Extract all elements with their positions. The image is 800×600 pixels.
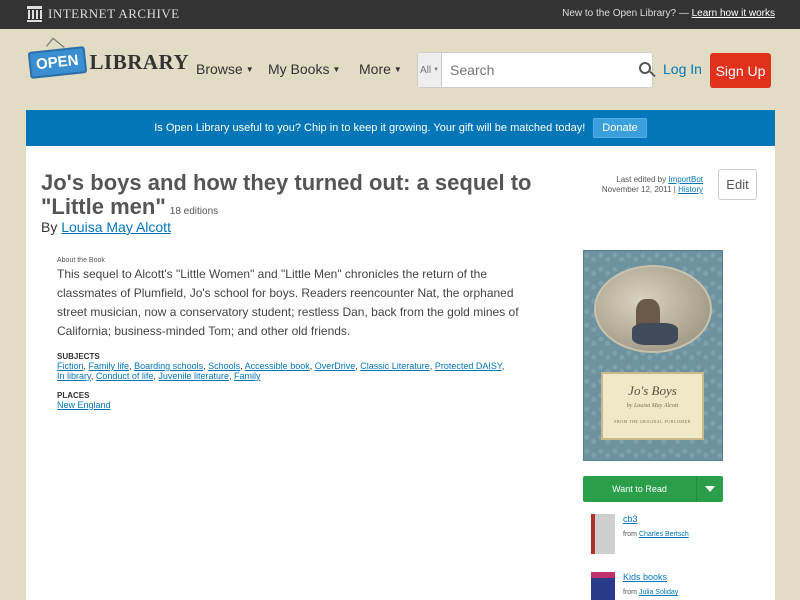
want-to-read-dropdown[interactable] <box>697 476 723 502</box>
list-name-link[interactable]: cb3 <box>623 514 689 524</box>
search-input[interactable] <box>442 55 632 85</box>
about-the-book-label: About the Book <box>57 257 105 264</box>
ia-tagline-text: New to the Open Library? — <box>562 8 689 19</box>
list-item: cb3 from Charles Bertsch <box>591 514 689 554</box>
subjects-list: Fiction, Family life, Boarding schools, … <box>57 361 505 381</box>
subject-link[interactable]: Protected DAISY <box>435 361 502 371</box>
list-item: Kids books from Julia Soliday <box>591 572 678 600</box>
logo-library-text: LIBRARY <box>89 50 190 74</box>
caret-down-icon <box>705 486 715 492</box>
place-link[interactable]: New England <box>57 400 111 410</box>
cover-title: Jo's Boys <box>628 383 677 398</box>
caret-down-icon: ▼ <box>245 64 254 74</box>
caret-down-icon: ▼ <box>393 64 402 74</box>
want-to-read-label[interactable]: Want to Read <box>583 476 697 502</box>
nav-browse-label: Browse <box>196 61 243 77</box>
edited-by-link[interactable]: ImportBot <box>668 175 703 184</box>
cover-subtitle: FROM THE ORIGINAL PUBLISHER <box>614 419 691 424</box>
logo-open-sign: OPEN <box>27 46 87 79</box>
archive-building-icon <box>27 6 42 22</box>
subject-link[interactable]: Accessible book <box>245 361 310 371</box>
nav-more[interactable]: More ▼ <box>359 61 402 77</box>
last-edited-info: Last edited by ImportBot November 12, 20… <box>602 175 703 195</box>
signup-button[interactable]: Sign Up <box>710 53 771 88</box>
history-link[interactable]: History <box>678 185 703 194</box>
book-page-content: Jo's boys and how they turned out: a seq… <box>26 146 775 600</box>
site-header: OPEN LIBRARY Browse ▼ My Books ▼ More ▼ … <box>0 29 800 111</box>
nav-more-label: More <box>359 61 391 77</box>
nav-my-books-label: My Books <box>268 61 330 77</box>
cover-author: by Louisa May Alcott <box>626 403 679 409</box>
book-title-text: Jo's boys and how they turned out: a seq… <box>41 170 532 219</box>
subject-link[interactable]: Boarding schools <box>134 361 203 371</box>
subject-link[interactable]: Classic Literature <box>360 361 430 371</box>
edit-button[interactable]: Edit <box>718 169 757 200</box>
book-byline: By Louisa May Alcott <box>41 219 171 235</box>
subject-link[interactable]: OverDrive <box>315 361 356 371</box>
learn-how-link[interactable]: Learn how it works <box>692 8 775 19</box>
donate-button[interactable]: Donate <box>593 118 647 138</box>
caret-down-icon: ▼ <box>433 67 440 73</box>
caret-down-icon: ▼ <box>332 64 341 74</box>
cover-title-plate: Jo's Boys by Louisa May Alcott FROM THE … <box>601 372 704 440</box>
editions-count[interactable]: 18 editions <box>170 206 218 217</box>
list-from-label: from <box>623 589 637 596</box>
search-bar: All ▼ <box>417 52 656 88</box>
login-link[interactable]: Log In <box>663 61 702 77</box>
open-library-logo[interactable]: OPEN LIBRARY <box>27 46 190 79</box>
nav-my-books[interactable]: My Books ▼ <box>268 61 340 77</box>
search-scope-select[interactable]: All ▼ <box>418 53 443 87</box>
search-scope-label: All <box>419 64 432 76</box>
last-edited-label: Last edited by <box>616 175 667 184</box>
places-list: New England <box>57 400 507 410</box>
cover-illustration <box>594 265 712 353</box>
edited-date: November 12, 2011 | <box>601 185 676 194</box>
list-from: from Julia Soliday <box>623 589 678 596</box>
want-to-read-button: Want to Read <box>583 476 723 502</box>
subjects-label: SUBJECTS <box>57 352 100 361</box>
list-owner-link[interactable]: Julia Soliday <box>639 589 678 596</box>
author-link[interactable]: Louisa May Alcott <box>61 219 171 235</box>
subject-link[interactable]: Conduct of life <box>96 371 154 381</box>
donate-message: Is Open Library useful to you? Chip in t… <box>154 122 586 134</box>
subject-link[interactable]: Family <box>234 371 261 381</box>
figure-body <box>632 323 678 345</box>
subject-link[interactable]: Juvenile literature <box>158 371 229 381</box>
ia-tagline: New to the Open Library? — Learn how it … <box>562 8 775 19</box>
search-icon[interactable] <box>631 55 656 85</box>
book-title: Jo's boys and how they turned out: a seq… <box>41 171 581 224</box>
list-thumbnail[interactable] <box>591 514 615 554</box>
internet-archive-name: INTERNET ARCHIVE <box>48 6 180 21</box>
subject-link[interactable]: Family life <box>89 361 130 371</box>
list-from: from Charles Bertsch <box>623 531 689 538</box>
internet-archive-bar: INTERNET ARCHIVE New to the Open Library… <box>0 0 800 29</box>
list-thumbnail[interactable] <box>591 572 615 600</box>
nav-browse[interactable]: Browse ▼ <box>196 61 254 77</box>
book-cover[interactable]: Jo's Boys by Louisa May Alcott FROM THE … <box>583 250 723 461</box>
list-owner-link[interactable]: Charles Bertsch <box>639 531 689 538</box>
internet-archive-logo[interactable]: INTERNET ARCHIVE <box>27 6 180 22</box>
subject-link[interactable]: Fiction <box>57 361 84 371</box>
by-label: By <box>41 219 58 235</box>
donate-banner: Is Open Library useful to you? Chip in t… <box>26 110 775 146</box>
subject-link[interactable]: Schools <box>208 361 240 371</box>
places-label: PLACES <box>57 391 90 400</box>
subject-link[interactable]: In library <box>57 371 91 381</box>
list-name-link[interactable]: Kids books <box>623 572 678 582</box>
book-description: This sequel to Alcott's "Little Women" a… <box>57 267 519 338</box>
list-from-label: from <box>623 531 637 538</box>
